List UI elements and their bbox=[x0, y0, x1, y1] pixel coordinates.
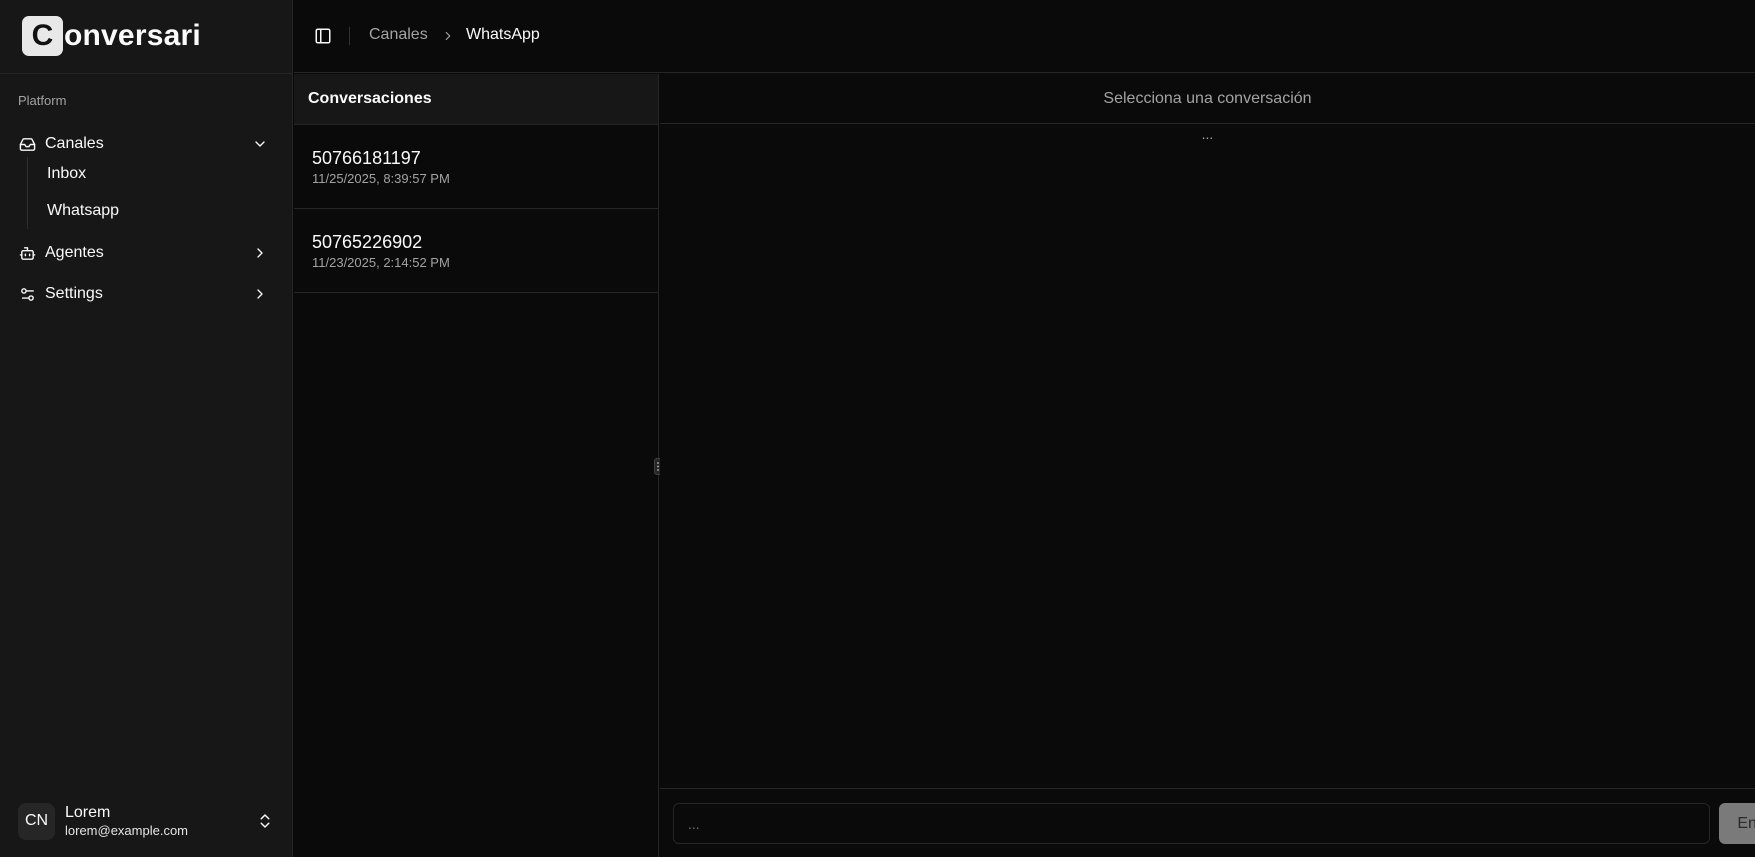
user-menu[interactable]: CN Lorem lorem@example.com bbox=[18, 801, 278, 841]
sidebar-item-label: Agentes bbox=[45, 244, 104, 261]
conversations-title: Conversaciones bbox=[294, 74, 658, 125]
conversation-item[interactable]: 50766181197 11/25/2025, 8:39:57 PM bbox=[294, 125, 658, 209]
chevron-right-icon bbox=[445, 31, 451, 41]
avatar: CN bbox=[18, 802, 55, 840]
sidebar: C onversari Platform Canales Inbox Whats… bbox=[0, 0, 293, 857]
sidebar-item-settings[interactable]: Settings bbox=[8, 277, 284, 311]
send-button[interactable]: Enviar bbox=[1719, 803, 1755, 844]
conversation-item[interactable]: 50765226902 11/23/2025, 2:14:52 PM bbox=[294, 209, 658, 293]
sidebar-group-label: Platform bbox=[18, 93, 67, 108]
sidebar-item-label: Canales bbox=[45, 135, 104, 152]
sidebar-item-label: Settings bbox=[45, 285, 103, 302]
conversation-date: 11/23/2025, 2:14:52 PM bbox=[312, 255, 450, 270]
inbox-icon bbox=[18, 135, 36, 153]
breadcrumb-parent[interactable]: Canales bbox=[369, 26, 428, 44]
sidebar-item-agentes[interactable]: Agentes bbox=[8, 236, 284, 270]
sidebar-item-canales[interactable]: Canales bbox=[8, 127, 284, 161]
sidebar-divider bbox=[0, 73, 293, 74]
user-name: Lorem bbox=[65, 804, 111, 821]
sidebar-subitem-whatsapp[interactable]: Whatsapp bbox=[47, 202, 119, 220]
conversation-phone: 50765226902 bbox=[312, 232, 423, 252]
chat-loading-indicator: ... bbox=[1201, 126, 1214, 142]
logo-mark: C bbox=[22, 16, 63, 56]
conversation-phone: 50766181197 bbox=[312, 148, 421, 168]
chevron-right-icon bbox=[257, 289, 263, 299]
top-bar: Canales WhatsApp bbox=[294, 0, 1755, 73]
bot-icon bbox=[18, 244, 36, 262]
chat-composer: Enviar bbox=[660, 788, 1755, 857]
conversations-panel: Conversaciones 50766181197 11/25/2025, 8… bbox=[294, 74, 659, 857]
chat-panel: Selecciona una conversación ... Enviar bbox=[660, 74, 1755, 857]
chat-header: Selecciona una conversación bbox=[660, 74, 1755, 124]
chevron-down-icon bbox=[255, 141, 265, 147]
sliders-icon bbox=[18, 285, 36, 303]
message-input[interactable] bbox=[673, 803, 1710, 844]
breadcrumb-current: WhatsApp bbox=[466, 26, 540, 43]
conversation-date: 11/25/2025, 8:39:57 PM bbox=[312, 171, 450, 186]
sidebar-toggle-icon[interactable] bbox=[314, 27, 332, 45]
user-email: lorem@example.com bbox=[65, 823, 189, 838]
app-logo[interactable]: C onversari bbox=[22, 16, 201, 56]
sidebar-subitem-inbox[interactable]: Inbox bbox=[47, 165, 86, 183]
logo-text: onversari bbox=[64, 19, 201, 52]
chevron-right-icon bbox=[257, 248, 263, 258]
chevrons-up-down-icon bbox=[260, 814, 270, 828]
toolbar-divider bbox=[349, 27, 350, 45]
submenu-guide-line bbox=[27, 157, 28, 229]
